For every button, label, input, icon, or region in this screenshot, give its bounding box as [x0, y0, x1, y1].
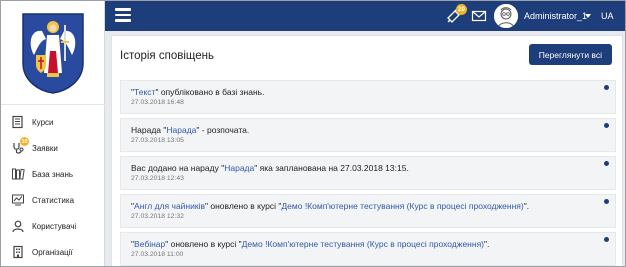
- unread-dot-icon: [604, 123, 609, 128]
- sidebar-item-label: Заявки: [32, 143, 58, 153]
- notifications-count-badge: 20: [456, 4, 467, 15]
- notification-message: "Текст" опубліковано в базі знань.: [131, 87, 265, 97]
- chevron-down-icon[interactable]: [585, 14, 591, 18]
- app-window: Курси 10 Заявки База знань Статистика Ко…: [0, 0, 626, 267]
- sidebar-item-label: Статистика: [32, 195, 75, 205]
- language-switcher[interactable]: UA: [601, 11, 614, 21]
- top-bar: 20 Administrator_1 UA: [105, 1, 625, 31]
- notification-list: "Текст" опубліковано в базі знань. 27.03…: [120, 80, 616, 266]
- notification-date: 27.03.2018 13:05: [131, 137, 184, 144]
- list-item[interactable]: Вас додано на нараду "Нарада" яка заплан…: [120, 156, 616, 190]
- notification-message: Нарада "Нарада" - розпочата.: [131, 125, 250, 135]
- books-icon: [11, 167, 25, 181]
- building-icon: [11, 245, 25, 259]
- chart-icon: [11, 193, 25, 207]
- envelope-icon[interactable]: [471, 8, 487, 24]
- notification-date: 27.03.2018 16:48: [131, 99, 184, 106]
- notification-date: 27.03.2018 12:43: [131, 175, 184, 182]
- unread-dot-icon: [604, 161, 609, 166]
- sidebar-menu: Курси 10 Заявки База знань Статистика Ко…: [1, 109, 105, 265]
- notifications-panel: Історія сповіщень Переглянути всі "Текст…: [111, 35, 623, 266]
- notification-link[interactable]: Англ для чайників: [134, 201, 205, 211]
- sidebar-item-statistics[interactable]: Статистика: [1, 187, 105, 213]
- sidebar-item-courses[interactable]: Курси: [1, 109, 105, 135]
- coat-of-arms-logo[interactable]: [1, 1, 105, 105]
- page-title: Історія сповіщень: [120, 50, 214, 62]
- notification-message: "Англ для чайників" оновлено в курсі "Де…: [131, 201, 530, 211]
- notification-message: Вас додано на нараду "Нарада" яка заплан…: [131, 163, 409, 173]
- sidebar-item-label: База знань: [32, 169, 74, 179]
- sidebar-item-label: Курси: [32, 117, 54, 127]
- notification-link[interactable]: Вебінар: [134, 239, 165, 249]
- avatar[interactable]: [494, 4, 518, 28]
- list-item[interactable]: "Англ для чайників" оновлено в курсі "Де…: [120, 194, 616, 228]
- list-item[interactable]: "Текст" опубліковано в базі знань. 27.03…: [120, 80, 616, 114]
- unread-dot-icon: [604, 237, 609, 242]
- sidebar-item-label: Організації: [32, 247, 73, 257]
- notification-link[interactable]: Текст: [134, 87, 155, 97]
- view-all-button[interactable]: Переглянути всі: [528, 44, 612, 65]
- notification-message: "Вебінар" оновлено в курсі "Демо !Комп'ю…: [131, 239, 490, 249]
- unread-dot-icon: [604, 85, 609, 90]
- notification-link[interactable]: Нарада: [166, 125, 196, 135]
- user-icon: [11, 219, 25, 233]
- sidebar-item-organizations[interactable]: Організації: [1, 239, 105, 265]
- list-item[interactable]: "Вебінар" оновлено в курсі "Демо !Комп'ю…: [120, 232, 616, 266]
- course-link[interactable]: Демо !Комп'ютерне тестування (Курс в про…: [281, 201, 523, 211]
- notification-date: 27.03.2018 12:32: [131, 213, 184, 220]
- unread-dot-icon: [604, 199, 609, 204]
- sidebar-item-requests[interactable]: 10 Заявки: [1, 135, 105, 161]
- notification-link[interactable]: Нарада: [224, 163, 254, 173]
- requests-count-badge: 10: [20, 137, 29, 146]
- user-avatar-icon: [494, 4, 518, 28]
- sidebar-item-label: Користувачі: [32, 221, 77, 231]
- hamburger-menu-icon[interactable]: [115, 8, 131, 24]
- course-link[interactable]: Демо !Комп'ютерне тестування (Курс в про…: [242, 239, 484, 249]
- username-label[interactable]: Administrator_1: [524, 11, 587, 21]
- sidebar: Курси 10 Заявки База знань Статистика Ко…: [1, 1, 105, 266]
- book-icon: [11, 115, 25, 129]
- sidebar-item-knowledge-base[interactable]: База знань: [1, 161, 105, 187]
- notification-date: 27.03.2018 11:00: [131, 251, 184, 258]
- sidebar-item-users[interactable]: Користувачі: [1, 213, 105, 239]
- kyiv-emblem-icon: [22, 12, 84, 94]
- list-item[interactable]: Нарада "Нарада" - розпочата. 27.03.2018 …: [120, 118, 616, 152]
